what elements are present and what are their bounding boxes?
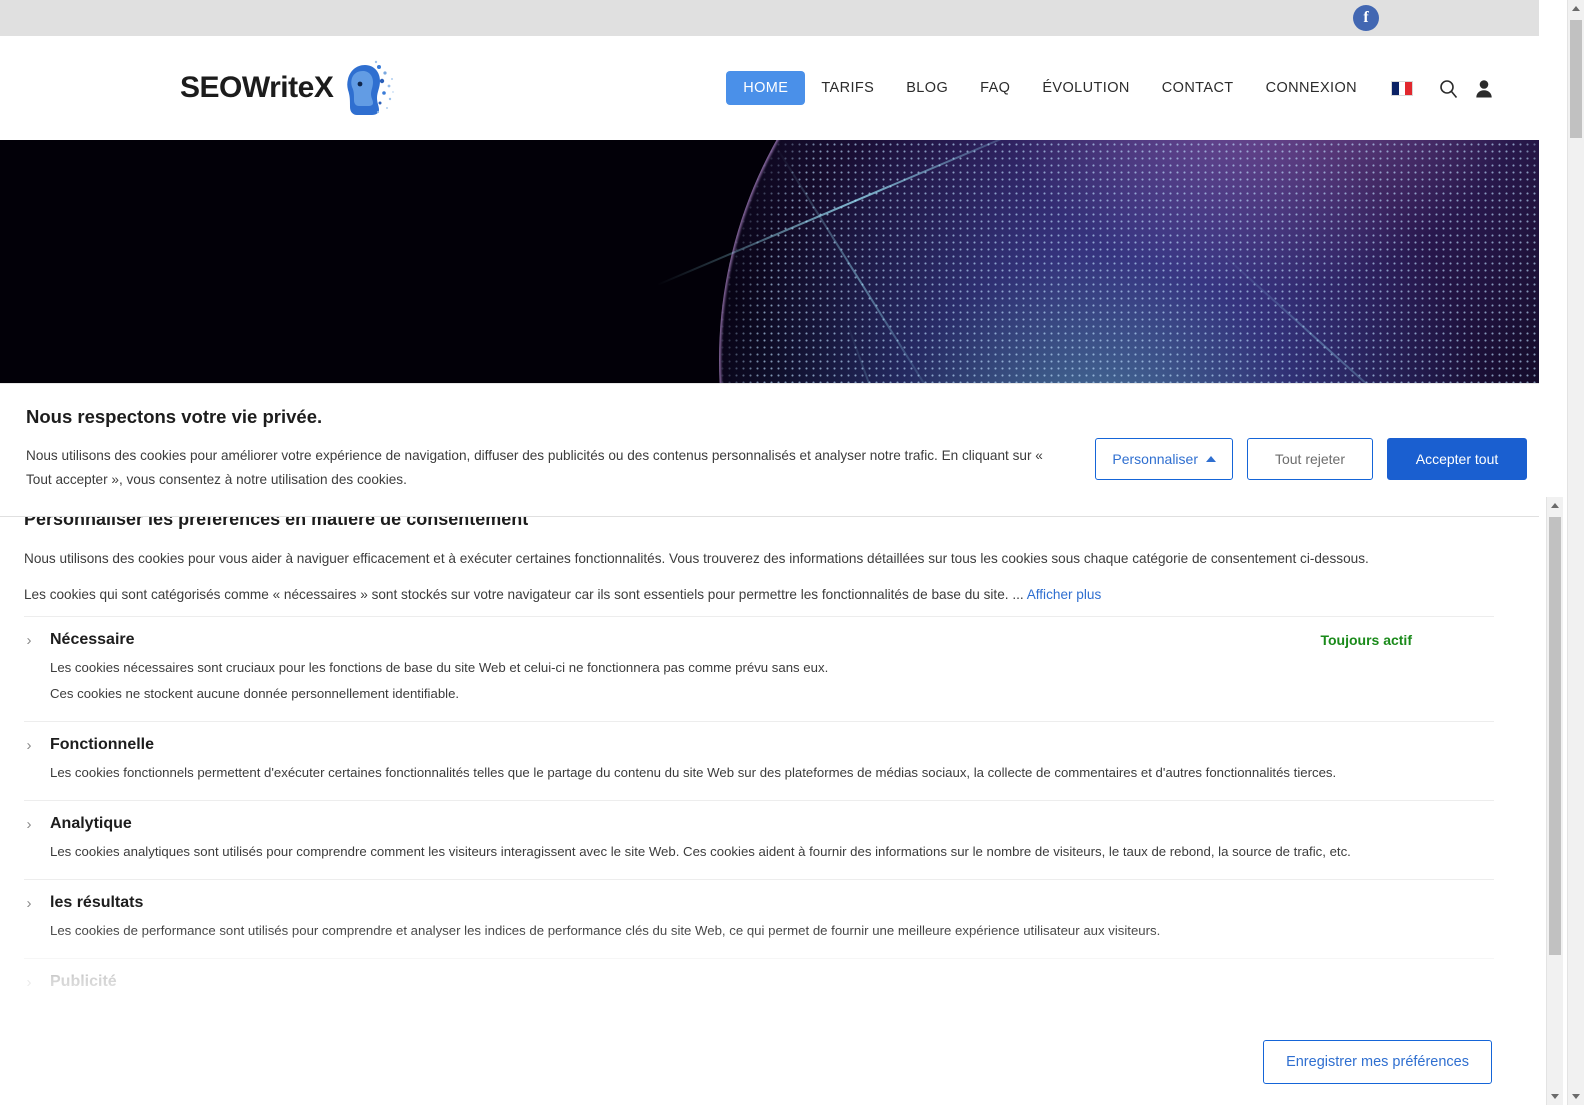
category-header[interactable]: › Fonctionnelle bbox=[24, 736, 1494, 754]
nav-item-evolution[interactable]: ÉVOLUTION bbox=[1026, 71, 1145, 105]
category-toggle[interactable]: › les résultats bbox=[24, 894, 144, 912]
chevron-right-icon[interactable]: › bbox=[24, 817, 34, 832]
preferences-scroll-area: Personnaliser les préférences en matière… bbox=[0, 497, 1518, 1019]
category-toggle[interactable]: › Publicité bbox=[24, 973, 117, 991]
cookie-consent-banner: Nous respectons votre vie privée. Nous u… bbox=[0, 383, 1539, 517]
category-fonctionnelle: › Fonctionnelle Les cookies fonctionnels… bbox=[24, 721, 1494, 800]
nav-item-blog[interactable]: BLOG bbox=[890, 71, 964, 105]
category-header[interactable]: › les résultats bbox=[24, 894, 1494, 912]
category-description: Les cookies analytiques sont utilisés po… bbox=[50, 844, 1351, 859]
status-badge-always-active: Toujours actif bbox=[1320, 632, 1412, 648]
scroll-up-arrow-icon[interactable] bbox=[1547, 497, 1563, 514]
user-account-icon[interactable] bbox=[1469, 73, 1499, 103]
site-header: SEOWriteX HOME TARIFS BLOG FAQ ÉVOLUTION… bbox=[0, 36, 1539, 140]
preferences-footer: Enregistrer mes préférences bbox=[0, 1019, 1518, 1105]
chevron-right-icon[interactable]: › bbox=[24, 738, 34, 753]
customize-label: Personnaliser bbox=[1112, 451, 1198, 467]
reject-all-button[interactable]: Tout rejeter bbox=[1247, 438, 1373, 480]
customize-button[interactable]: Personnaliser bbox=[1095, 438, 1233, 480]
category-name: Publicité bbox=[50, 973, 117, 990]
site-logo[interactable]: SEOWriteX bbox=[180, 57, 395, 119]
nav-item-home[interactable]: HOME bbox=[726, 71, 806, 105]
logo-wordmark: SEOWriteX bbox=[180, 71, 334, 104]
facebook-glyph: f bbox=[1363, 9, 1369, 26]
category-header[interactable]: › Analytique bbox=[24, 815, 1494, 833]
category-header[interactable]: › Nécessaire Toujours actif bbox=[24, 631, 1494, 649]
category-header[interactable]: › Publicité bbox=[24, 973, 1494, 991]
main-navigation: HOME TARIFS BLOG FAQ ÉVOLUTION CONTACT C… bbox=[726, 71, 1499, 105]
hero-banner bbox=[0, 140, 1539, 384]
category-toggle[interactable]: › Fonctionnelle bbox=[24, 736, 155, 754]
category-description-secondary: Ces cookies ne stockent aucune donnée pe… bbox=[50, 686, 460, 701]
chevron-right-icon[interactable]: › bbox=[24, 896, 34, 911]
facebook-icon[interactable]: f bbox=[1353, 5, 1379, 31]
accept-all-button[interactable]: Accepter tout bbox=[1387, 438, 1527, 480]
nav-item-faq[interactable]: FAQ bbox=[964, 71, 1026, 105]
category-name: Fonctionnelle bbox=[50, 736, 154, 753]
category-name: les résultats bbox=[50, 894, 144, 911]
nav-item-connexion[interactable]: CONNEXION bbox=[1250, 71, 1373, 105]
category-name: Analytique bbox=[50, 815, 132, 832]
nav-item-contact[interactable]: CONTACT bbox=[1146, 71, 1250, 105]
category-name: Nécessaire bbox=[50, 631, 135, 648]
consent-actions: Personnaliser Tout rejeter Accepter tout bbox=[1095, 406, 1527, 480]
browser-scrollbar-thumb[interactable] bbox=[1570, 20, 1582, 138]
scroll-down-arrow-icon[interactable] bbox=[1568, 1088, 1584, 1105]
save-preferences-button[interactable]: Enregistrer mes préférences bbox=[1263, 1040, 1492, 1084]
scroll-down-arrow-icon[interactable] bbox=[1547, 1088, 1563, 1105]
browser-scrollbar[interactable] bbox=[1567, 0, 1584, 1105]
consent-preferences-panel: Personnaliser les préférences en matière… bbox=[0, 497, 1539, 1105]
category-publicite: › Publicité bbox=[24, 958, 1494, 1011]
hero-globe-rim bbox=[719, 140, 1539, 384]
preferences-intro-1: Nous utilisons des cookies pour vous aid… bbox=[24, 551, 1369, 566]
nav-item-tarifs[interactable]: TARIFS bbox=[805, 71, 890, 105]
browser-viewport: f SEOWriteX HOME TARIFS BLOG FAQ ÉVOLUTI… bbox=[0, 0, 1584, 1105]
category-description: Les cookies nécessaires sont cruciaux po… bbox=[50, 660, 829, 675]
preferences-scrollbar[interactable] bbox=[1546, 497, 1563, 1105]
category-description: Les cookies de performance sont utilisés… bbox=[50, 923, 1161, 938]
consent-description: Nous utilisons des cookies pour améliore… bbox=[26, 448, 1043, 487]
category-analytique: › Analytique Les cookies analytiques son… bbox=[24, 800, 1494, 879]
consent-text-block: Nous respectons votre vie privée. Nous u… bbox=[26, 406, 1095, 492]
category-les-resultats: › les résultats Les cookies de performan… bbox=[24, 879, 1494, 958]
preferences-intro-2: Les cookies qui sont catégorisés comme «… bbox=[24, 584, 1494, 606]
ai-robot-head-icon bbox=[347, 60, 395, 115]
scroll-up-arrow-icon[interactable] bbox=[1568, 0, 1584, 17]
preferences-scrollbar-thumb[interactable] bbox=[1549, 517, 1561, 955]
category-description: Les cookies fonctionnels permettent d'ex… bbox=[50, 765, 1337, 780]
chevron-right-icon[interactable]: › bbox=[24, 975, 34, 990]
category-necessaire: › Nécessaire Toujours actif Les cookies … bbox=[24, 616, 1494, 721]
chevron-up-icon bbox=[1206, 456, 1216, 462]
consent-title: Nous respectons votre vie privée. bbox=[26, 406, 323, 427]
chevron-right-icon[interactable]: › bbox=[24, 633, 34, 648]
france-flag-icon[interactable] bbox=[1391, 80, 1413, 96]
preferences-intro-2-text: Les cookies qui sont catégorisés comme «… bbox=[24, 587, 1024, 602]
search-icon[interactable] bbox=[1433, 73, 1463, 103]
show-more-link[interactable]: Afficher plus bbox=[1027, 587, 1102, 602]
category-toggle[interactable]: › Nécessaire bbox=[24, 631, 135, 649]
category-toggle[interactable]: › Analytique bbox=[24, 815, 132, 833]
top-social-bar: f bbox=[0, 0, 1539, 36]
